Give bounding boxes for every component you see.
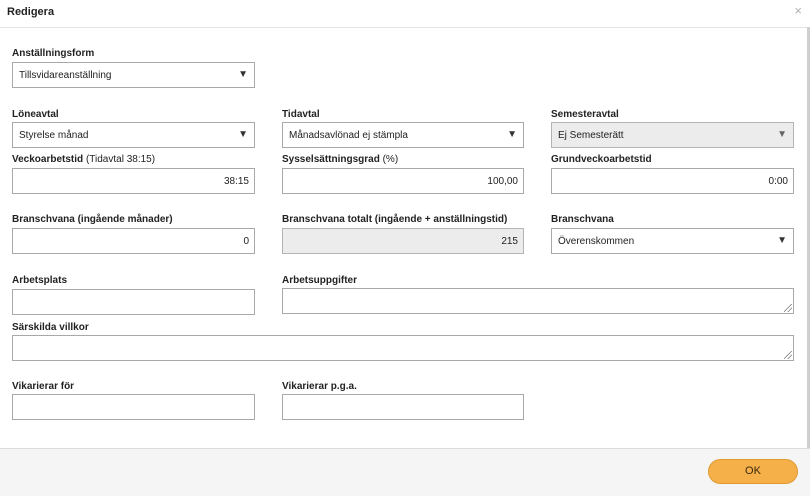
sysselsattningsgrad-value: 100,00: [487, 176, 518, 187]
veckoarbetstid-label: Veckoarbetstid (Tidavtal 38:15): [12, 154, 155, 165]
ok-button[interactable]: OK: [708, 459, 798, 484]
sysselsattningsgrad-label-text: Sysselsättningsgrad: [282, 154, 380, 165]
arbetsplats-label: Arbetsplats: [12, 275, 68, 286]
anstallningsform-select[interactable]: Tillsvidareanställning ▼: [12, 62, 255, 88]
grundveckoarbetstid-value: 0:00: [768, 176, 788, 187]
vikarierar-for-input[interactable]: [12, 394, 255, 420]
loneavtal-label: Löneavtal: [12, 109, 59, 120]
arbetsuppgifter-textarea[interactable]: [282, 288, 794, 314]
sarskilda-villkor-label: Särskilda villkor: [12, 322, 89, 333]
branschvana-ingaende-value: 0: [243, 236, 249, 247]
branschvana-ingaende-label: Branschvana (ingående månader): [12, 214, 173, 225]
loneavtal-value: Styrelse månad: [19, 130, 89, 141]
close-icon[interactable]: ×: [794, 3, 802, 19]
chevron-down-icon: ▼: [777, 129, 787, 140]
branschvana-value: Överenskommen: [558, 236, 635, 247]
anstallningsform-value: Tillsvidareanställning: [19, 70, 112, 81]
semesteravtal-select[interactable]: Ej Semesterätt ▼: [551, 122, 794, 148]
sysselsattningsgrad-label-note: (%): [382, 154, 399, 165]
resize-handle-icon[interactable]: [784, 304, 792, 312]
tidavtal-select[interactable]: Månadsavlönad ej stämpla ▼: [282, 122, 524, 148]
vikarierar-for-label: Vikarierar för: [12, 381, 75, 392]
branschvana-select[interactable]: Överenskommen ▼: [551, 228, 794, 254]
sysselsattningsgrad-input[interactable]: 100,00: [282, 168, 524, 194]
branschvana-ingaende-input[interactable]: 0: [12, 228, 255, 254]
chevron-down-icon: ▼: [507, 129, 517, 140]
semesteravtal-label: Semesteravtal: [551, 109, 619, 120]
chevron-down-icon: ▼: [238, 129, 248, 140]
veckoarbetstid-value: 38:15: [223, 176, 249, 187]
branschvana-label: Branschvana: [551, 214, 614, 225]
veckoarbetstid-label-text: Veckoarbetstid: [12, 154, 84, 165]
veckoarbetstid-label-note: (Tidavtal 38:15): [85, 154, 156, 165]
tidavtal-label: Tidavtal: [282, 109, 320, 120]
arbetsuppgifter-label: Arbetsuppgifter: [282, 275, 357, 286]
anstallningsform-label: Anställningsform: [12, 48, 95, 59]
vikarierar-pga-input[interactable]: [282, 394, 524, 420]
dialog-titlebar: Redigera ×: [0, 0, 810, 28]
edit-dialog: Redigera × Anställningsform Tillsvidarea…: [0, 0, 810, 496]
grundveckoarbetstid-label: Grundveckoarbetstid: [551, 154, 652, 165]
branschvana-totalt-value: 215: [501, 236, 518, 247]
sarskilda-villkor-textarea[interactable]: [12, 335, 794, 361]
branschvana-totalt-field: 215: [282, 228, 524, 254]
vikarierar-pga-label: Vikarierar p.g.a.: [282, 381, 357, 392]
resize-handle-icon[interactable]: [784, 351, 792, 359]
veckoarbetstid-input[interactable]: 38:15: [12, 168, 255, 194]
loneavtal-select[interactable]: Styrelse månad ▼: [12, 122, 255, 148]
chevron-down-icon: ▼: [777, 235, 787, 246]
branschvana-totalt-label: Branschvana totalt (ingående + anställni…: [282, 214, 508, 225]
dialog-footer: [0, 448, 810, 496]
semesteravtal-value: Ej Semesterätt: [558, 130, 624, 141]
tidavtal-value: Månadsavlönad ej stämpla: [289, 130, 408, 141]
chevron-down-icon: ▼: [238, 69, 248, 80]
sysselsattningsgrad-label: Sysselsättningsgrad (%): [282, 154, 398, 165]
dialog-title: Redigera: [7, 6, 55, 18]
arbetsplats-input[interactable]: [12, 289, 255, 315]
grundveckoarbetstid-input[interactable]: 0:00: [551, 168, 794, 194]
